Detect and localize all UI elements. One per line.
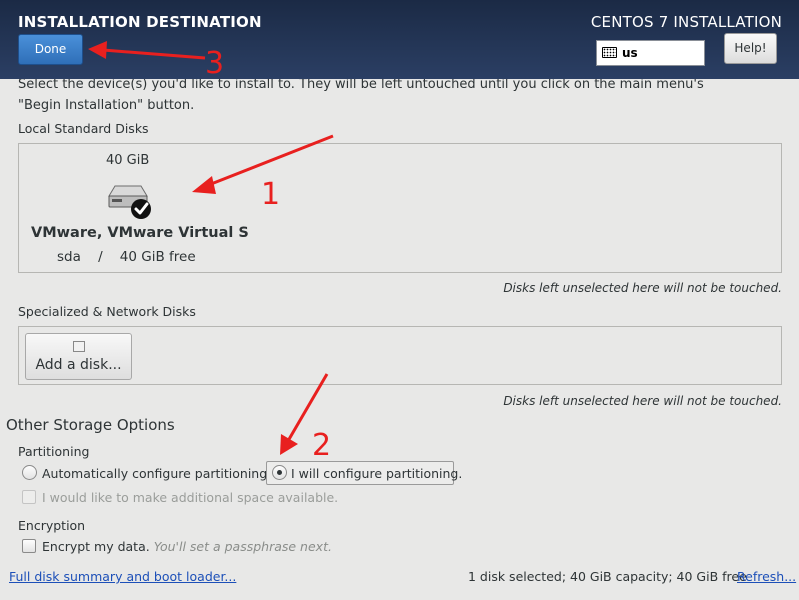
add-disk-button[interactable]: Add a disk...: [25, 333, 132, 380]
disk-add-icon: [73, 341, 85, 352]
disk-free-space: 40 GiB free: [119, 249, 196, 265]
annotation-label-2: 2: [312, 428, 331, 463]
disk-summary-link[interactable]: Full disk summary and boot loader...: [9, 569, 236, 584]
intro-line-2: "Begin Installation" button.: [18, 98, 195, 113]
header-bar: INSTALLATION DESTINATION CENTOS 7 INSTAL…: [0, 0, 799, 79]
auto-partitioning-label[interactable]: Automatically configure partitioning.: [42, 466, 271, 481]
partitioning-label: Partitioning: [18, 444, 90, 459]
manual-partitioning-radio[interactable]: [272, 465, 287, 480]
hard-disk-icon: [108, 185, 151, 219]
local-disks-note: Disks left unselected here will not be t…: [503, 281, 782, 295]
annotation-arrow-2: [280, 373, 329, 455]
additional-space-label: I would like to make additional space av…: [42, 490, 339, 505]
keyboard-layout-indicator[interactable]: us: [596, 40, 705, 66]
keyboard-layout-label: us: [622, 46, 638, 60]
encrypt-option[interactable]: Encrypt my data. You'll set a passphrase…: [42, 539, 332, 554]
product-title: CENTOS 7 INSTALLATION: [590, 13, 782, 31]
refresh-link[interactable]: Refresh...: [737, 569, 796, 584]
help-button[interactable]: Help!: [724, 33, 777, 64]
network-disks-panel: Add a disk...: [18, 326, 782, 385]
encrypt-hint: You'll set a passphrase next.: [153, 539, 332, 554]
network-disks-label: Specialized & Network Disks: [18, 304, 196, 319]
auto-partitioning-radio[interactable]: [22, 465, 37, 480]
add-disk-label: Add a disk...: [35, 357, 122, 373]
other-storage-heading: Other Storage Options: [6, 416, 175, 434]
keyboard-icon: [602, 47, 617, 58]
disk-status-summary: 1 disk selected; 40 GiB capacity; 40 GiB…: [468, 569, 747, 584]
disk-info: sda / 40 GiB free: [57, 249, 196, 265]
local-disks-panel: 40 GiB VMware, VMware Virtual S sda / 40…: [18, 143, 782, 273]
additional-space-checkbox[interactable]: [22, 490, 36, 504]
disk-selector-sda[interactable]: 40 GiB VMware, VMware Virtual S sda / 40…: [19, 144, 249, 272]
encrypt-checkbox[interactable]: [22, 539, 36, 553]
intro-text: Select the device(s) you'd like to insta…: [18, 79, 778, 116]
encryption-label: Encryption: [18, 518, 86, 533]
page-title: INSTALLATION DESTINATION: [18, 13, 262, 31]
disk-size: 40 GiB: [106, 153, 150, 168]
disk-name: VMware, VMware Virtual S: [31, 225, 249, 241]
disk-separator: /: [98, 249, 103, 265]
network-disks-note: Disks left unselected here will not be t…: [503, 394, 782, 408]
encrypt-label: Encrypt my data.: [42, 539, 150, 554]
manual-partitioning-label[interactable]: I will configure partitioning.: [291, 466, 462, 481]
disk-device: sda: [57, 249, 81, 265]
local-disks-label: Local Standard Disks: [18, 121, 149, 136]
done-button[interactable]: Done: [18, 34, 83, 65]
